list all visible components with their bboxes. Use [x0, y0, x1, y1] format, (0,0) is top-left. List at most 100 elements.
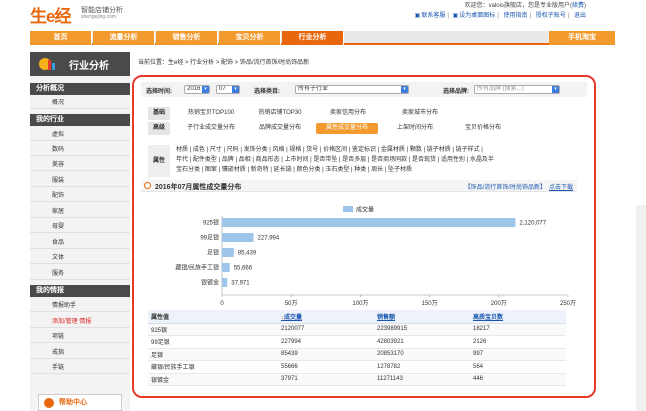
breadcrumb: 当前位置：生e经 > 行业分析 > 配饰 > 饰品/流行首饰/时尚饰品新 [138, 60, 310, 66]
tab-mobile-taobao[interactable]: 手机淘宝 [549, 31, 616, 45]
tabs-basic-row: 基础 热销宝贝TOP100 热销店铺TOP30 卖家信用分布 卖家城市分布 [148, 107, 568, 120]
sidebar-item-services[interactable]: 服务 [30, 268, 130, 280]
chevron-down-icon: ▾ [232, 86, 239, 93]
tab-brand-volume[interactable]: 品牌成交量分布 [252, 122, 308, 135]
sidebar-item-digital[interactable]: 数码 [30, 144, 130, 156]
sidebar-item-bracelet[interactable]: 手链 [30, 362, 130, 374]
year-select[interactable]: 2016 ▾ [184, 85, 210, 94]
sidebar-section-overview: 分析概况 [30, 83, 130, 95]
sidebar-header: 行业分析 [30, 52, 130, 76]
bar-value-label: 37,971 [231, 281, 250, 287]
tab-listing-time[interactable]: 上架时间分布 [390, 122, 440, 135]
attribute-filter: 属性 材质 | 成色 | 尺寸 | 尺码 | 发饰分类 | 风格 | 规格 | … [148, 145, 568, 177]
sidebar-title: 行业分析 [69, 61, 109, 72]
tabs-advanced-label: 高级 [148, 122, 170, 135]
attribute-links-line-2[interactable]: 年代 | 配件类型 | 品牌 | 品相 | 商品形态 | 上市时间 | 是否带坠… [176, 156, 494, 164]
x-tick-label: 0 [220, 301, 224, 307]
contact-service-link[interactable]: 联系客服 [421, 13, 445, 19]
analysis-logo-icon [39, 58, 55, 70]
bar [222, 278, 228, 287]
tab-price-distribution[interactable]: 宝贝价格分布 [458, 122, 508, 135]
attribute-label: 属性 [148, 145, 170, 177]
section-right: 【饰品/流行首饰/时尚饰品新】 点击下载 [465, 182, 573, 191]
tabs-basic-label: 基础 [148, 107, 170, 120]
logo-url: shengejing.com [81, 14, 117, 20]
sidebar-item-baby[interactable]: 母婴 [30, 221, 130, 233]
col-attribute: 属性值 [148, 310, 278, 324]
tab-seller-credit[interactable]: 卖家信用分布 [324, 107, 372, 120]
sidebar-item-apparel[interactable]: 服装 [30, 175, 130, 187]
sidebar-item-overview[interactable]: 概况 [30, 97, 130, 109]
legend-swatch [343, 206, 353, 212]
sidebar-item-necklace[interactable]: 项链 [30, 331, 130, 343]
help-center-button[interactable]: 帮助中心 [38, 394, 122, 411]
sidebar-item-virtual[interactable]: 虚拟 [30, 129, 130, 141]
category-label: 选择类目: [254, 89, 280, 95]
bar [222, 233, 254, 242]
x-tick-label: 100万 [352, 300, 368, 307]
sidebar-item-ring[interactable]: 戒指 [30, 347, 130, 359]
sidebar-item-home[interactable]: 家居 [30, 206, 130, 218]
col-sales[interactable]: 销售额 [374, 310, 470, 324]
table-row: 足银 85439 20853170 997 [148, 348, 566, 361]
tab-items[interactable]: 宝贝分析 [219, 31, 281, 45]
tab-industry[interactable]: 行业分析 [282, 31, 344, 45]
sub-account-link[interactable]: 授权子账号 [536, 13, 566, 19]
category-label: 99足银 [200, 234, 219, 242]
tab-home[interactable]: 首页 [30, 31, 92, 45]
attribute-links-line-3[interactable]: 宝石分类 | 图案 | 镶嵌材质 | 新奇特 | 延长链 | 颜色分类 | 玉石… [176, 166, 412, 174]
legend-label: 成交量 [356, 206, 374, 214]
sidebar-item-manage-intel[interactable]: 添加/管理 情报 [30, 316, 130, 328]
section-category: 【饰品/流行首饰/时尚饰品新】 [464, 185, 546, 191]
table-row: 银镀金 37971 11271143 446 [148, 373, 566, 386]
desktop-icon: ▣ [452, 13, 459, 19]
tab-attribute-volume[interactable]: 属性成交量分布 [316, 123, 378, 134]
tab-top100-items[interactable]: 热销宝贝TOP100 [180, 107, 242, 120]
tab-seller-city[interactable]: 卖家城市分布 [392, 107, 448, 120]
section-title: 2016年07月属性成交量分布 [155, 184, 242, 191]
sidebar-section-industry: 我的行业 [30, 114, 130, 126]
bar-value-label: 2,120,077 [519, 221, 546, 227]
bar [222, 218, 516, 227]
attribute-volume-chart: 成交量 0 50万 100万 150万 200万 250万 925银 2,120,077 99足银… [175, 206, 576, 308]
attribute-links-line-1[interactable]: 材质 | 成色 | 尺寸 | 尺码 | 发饰分类 | 风格 | 规格 | 货号 … [176, 146, 483, 154]
guide-link[interactable]: 使用指南 [503, 13, 527, 19]
sidebar-item-food[interactable]: 食品 [30, 237, 130, 249]
bar [222, 263, 230, 272]
help-icon [44, 398, 54, 408]
download-link[interactable]: 点击下载 [549, 185, 573, 191]
sidebar-item-sports[interactable]: 文体 [30, 252, 130, 264]
sidebar: 行业分析 分析概况 概况 我的行业 虚拟 数码 美容 服装 配饰 家居 母婴 食… [30, 52, 130, 411]
tab-traffic[interactable]: 流量分析 [93, 31, 155, 45]
section-header: 2016年07月属性成交量分布 【饰品/流行首饰/时尚饰品新】 点击下载 [141, 180, 577, 192]
chevron-down-icon: ▾ [552, 86, 559, 93]
col-quality-items[interactable]: 高质宝贝数 [470, 310, 566, 324]
category-label: 藏银/民族手工银 [175, 264, 219, 272]
brand-search-select[interactable]: 所有品牌 (搜索...) ▾ [474, 85, 560, 94]
category-label: 足银 [207, 249, 219, 257]
sidebar-item-intel-assistant[interactable]: 情报助手 [30, 300, 130, 312]
main-nav: 首页 流量分析 销售分析 宝贝分析 行业分析 手机淘宝 [30, 31, 616, 45]
tab-top30-shops[interactable]: 热销店铺TOP30 [252, 107, 308, 120]
sidebar-item-accessories[interactable]: 配饰 [30, 190, 130, 202]
top-links: ▣联系客服 | ▣设为桌面图标 | 使用指南 | 授权子账号 | 退出 [414, 13, 586, 19]
col-volume[interactable]: ↓成交量 [278, 310, 374, 324]
x-tick-label: 250万 [560, 300, 576, 307]
sidebar-item-beauty[interactable]: 美容 [30, 159, 130, 171]
category-select[interactable]: 所有子行业 ▾ [295, 85, 409, 94]
table-header-row: 属性值 ↓成交量 销售额 高质宝贝数 [148, 310, 566, 324]
desktop-icon-link[interactable]: 设为桌面图标 [459, 13, 495, 19]
table-row: 99足银 227994 42803921 2126 [148, 335, 566, 349]
top-header: 生e经 智能店铺分析 shengejing.com 欢迎您：valois旗舰店，… [0, 0, 646, 30]
bar [222, 248, 234, 257]
service-icon: ▣ [414, 13, 421, 19]
month-select[interactable]: 07 ▾ [216, 85, 240, 94]
bar-value-label: 55,666 [234, 266, 253, 272]
renew-link[interactable]: 续费 [572, 3, 584, 9]
tab-subindustry-volume[interactable]: 子行业成交量分布 [180, 122, 242, 135]
tab-sales[interactable]: 销售分析 [156, 31, 218, 45]
bar-value-label: 227,994 [258, 236, 280, 242]
welcome-text: 欢迎您：valois旗舰店，您是专业版用户(续费) [464, 3, 586, 9]
logout-link[interactable]: 退出 [574, 13, 586, 19]
page-scrollbar[interactable] [636, 205, 646, 411]
